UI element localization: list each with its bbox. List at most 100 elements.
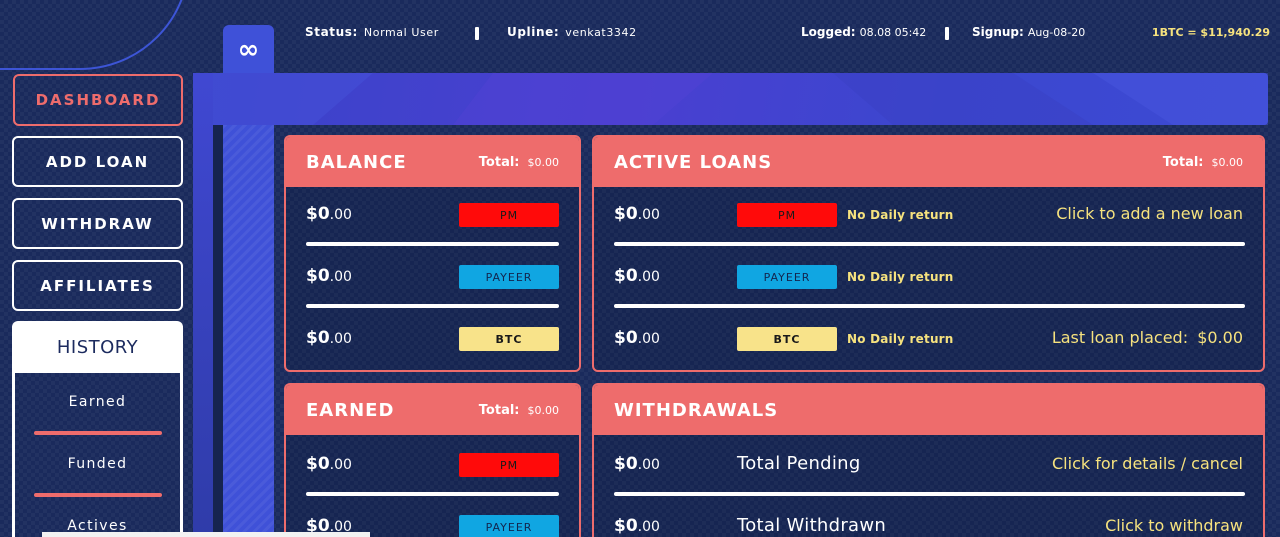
history-panel: HISTORY Earned Funded Actives [12, 321, 183, 537]
amount-dollars: $0 [306, 204, 330, 224]
daily-return-note: No Daily return [847, 270, 954, 284]
content-edge [213, 125, 223, 537]
amount-cents: .00 [637, 457, 660, 473]
withdrawals-card-header: WITHDRAWALS [594, 385, 1263, 435]
earned-total-label: Total: [478, 403, 520, 418]
earned-total: Total: $0.00 [479, 403, 559, 418]
balance-payeer-amount: $0.00 [306, 266, 352, 286]
signup-value: Aug-08-20 [1027, 26, 1086, 39]
amount-dollars: $0 [614, 266, 638, 286]
amount-cents: .00 [329, 331, 352, 347]
earned-pm-amount: $0.00 [306, 454, 352, 474]
active-loans-total-value: $0.00 [1211, 156, 1244, 169]
row-divider [306, 492, 559, 496]
btc-rate: 1BTC = $11,940.29 [1151, 26, 1270, 39]
amount-cents: .00 [329, 207, 352, 223]
topbar-separator [475, 27, 479, 40]
balance-total: Total: $0.00 [479, 155, 559, 170]
amount-dollars: $0 [614, 204, 638, 224]
amount-cents: .00 [329, 457, 352, 473]
status-label: Status: [305, 25, 358, 39]
active-loans-card: ACTIVE LOANS Total: $0.00 $0.00 PM No Dai… [592, 135, 1265, 372]
last-loan-placed: Last loan placed: $0.00 [1052, 328, 1243, 347]
total-withdrawn-label: Total Withdrawn [737, 515, 887, 536]
btc-badge: BTC [459, 327, 559, 351]
payeer-badge: PAYEER [459, 515, 559, 537]
earned-card-header: EARNED Total: $0.00 [286, 385, 579, 435]
row-divider [614, 304, 1245, 308]
nav-withdraw-button[interactable]: WITHDRAW [12, 198, 183, 249]
nav-add-loan-button[interactable]: ADD LOAN [12, 136, 183, 187]
upline-label: Upline: [507, 25, 560, 39]
history-links: Earned Funded Actives [15, 373, 180, 537]
row-divider [614, 242, 1245, 246]
earned-total-value: $0.00 [527, 404, 560, 417]
nav-affiliates-button[interactable]: AFFILIATES [12, 260, 183, 311]
loan-pm-amount: $0.00 [614, 204, 660, 224]
balance-pm-amount: $0.00 [306, 204, 352, 224]
history-title: HISTORY [56, 336, 139, 358]
earned-title: EARNED [306, 400, 395, 421]
amount-dollars: $0 [306, 328, 330, 348]
signup-info: Signup: Aug-08-20 [972, 25, 1085, 39]
btc-badge: BTC [737, 327, 837, 351]
balance-title: BALANCE [306, 152, 407, 173]
pm-badge: PM [459, 453, 559, 477]
last-loan-value: $0.00 [1197, 328, 1243, 347]
status-info: Status: Normal User [305, 25, 439, 39]
amount-cents: .00 [637, 207, 660, 223]
row-divider [306, 304, 559, 308]
earned-card: EARNED Total: $0.00 $0.00 PM $0.00 PAYEER [284, 383, 581, 537]
balance-total-label: Total: [478, 155, 520, 170]
active-loans-total-label: Total: [1162, 155, 1204, 170]
amount-dollars: $0 [306, 454, 330, 474]
add-new-loan-link[interactable]: Click to add a new loan [1056, 204, 1243, 223]
daily-return-note: No Daily return [847, 332, 954, 346]
balance-total-value: $0.00 [527, 156, 560, 169]
history-divider [34, 493, 162, 497]
amount-cents: .00 [329, 269, 352, 285]
amount-dollars: $0 [614, 454, 638, 474]
nav-dashboard-button[interactable]: DASHBOARD [13, 74, 183, 126]
payeer-badge: PAYEER [459, 265, 559, 289]
amount-cents: .00 [637, 269, 660, 285]
pm-badge: PM [737, 203, 837, 227]
history-funded-link[interactable]: Funded [15, 456, 180, 472]
history-earned-link[interactable]: Earned [15, 394, 180, 410]
horizontal-scrollbar[interactable] [42, 532, 370, 537]
decorative-stripe-column [223, 125, 274, 537]
topbar-separator [945, 27, 949, 40]
balance-card: BALANCE Total: $0.00 $0.00 PM $0.00 PAYEE… [284, 135, 581, 372]
history-divider [34, 431, 162, 435]
withdrawn-amount: $0.00 [614, 516, 660, 536]
row-divider [614, 492, 1245, 496]
amount-dollars: $0 [614, 328, 638, 348]
active-loans-card-header: ACTIVE LOANS Total: $0.00 [594, 137, 1263, 187]
logged-label: Logged: [801, 25, 856, 39]
withdrawals-title: WITHDRAWALS [614, 400, 779, 421]
loan-btc-amount: $0.00 [614, 328, 660, 348]
withdraw-link[interactable]: Click to withdraw [1105, 516, 1243, 535]
amount-cents: .00 [637, 519, 660, 535]
withdrawals-card: WITHDRAWALS $0.00 Total Pending Click fo… [592, 383, 1265, 537]
status-value: Normal User [363, 26, 439, 39]
total-pending-label: Total Pending [737, 453, 861, 474]
amount-dollars: $0 [306, 266, 330, 286]
payeer-badge: PAYEER [737, 265, 837, 289]
hero-banner [193, 73, 1268, 125]
logged-info: Logged: 08.08 05:42 [801, 25, 926, 39]
balance-btc-amount: $0.00 [306, 328, 352, 348]
balance-card-header: BALANCE Total: $0.00 [286, 137, 579, 187]
hero-facets [193, 73, 1268, 125]
pending-details-link[interactable]: Click for details / cancel [1052, 454, 1243, 473]
pending-amount: $0.00 [614, 454, 660, 474]
row-divider [306, 242, 559, 246]
signup-label: Signup: [972, 25, 1024, 39]
pm-badge: PM [459, 203, 559, 227]
active-loans-title: ACTIVE LOANS [614, 152, 773, 173]
hero-side-column [193, 73, 213, 537]
upline-value: venkat3342 [565, 26, 637, 39]
decorative-corner-curve [0, 0, 190, 70]
infinity-logo-icon[interactable]: ∞ [223, 25, 274, 74]
upline-info: Upline: venkat3342 [507, 25, 637, 39]
